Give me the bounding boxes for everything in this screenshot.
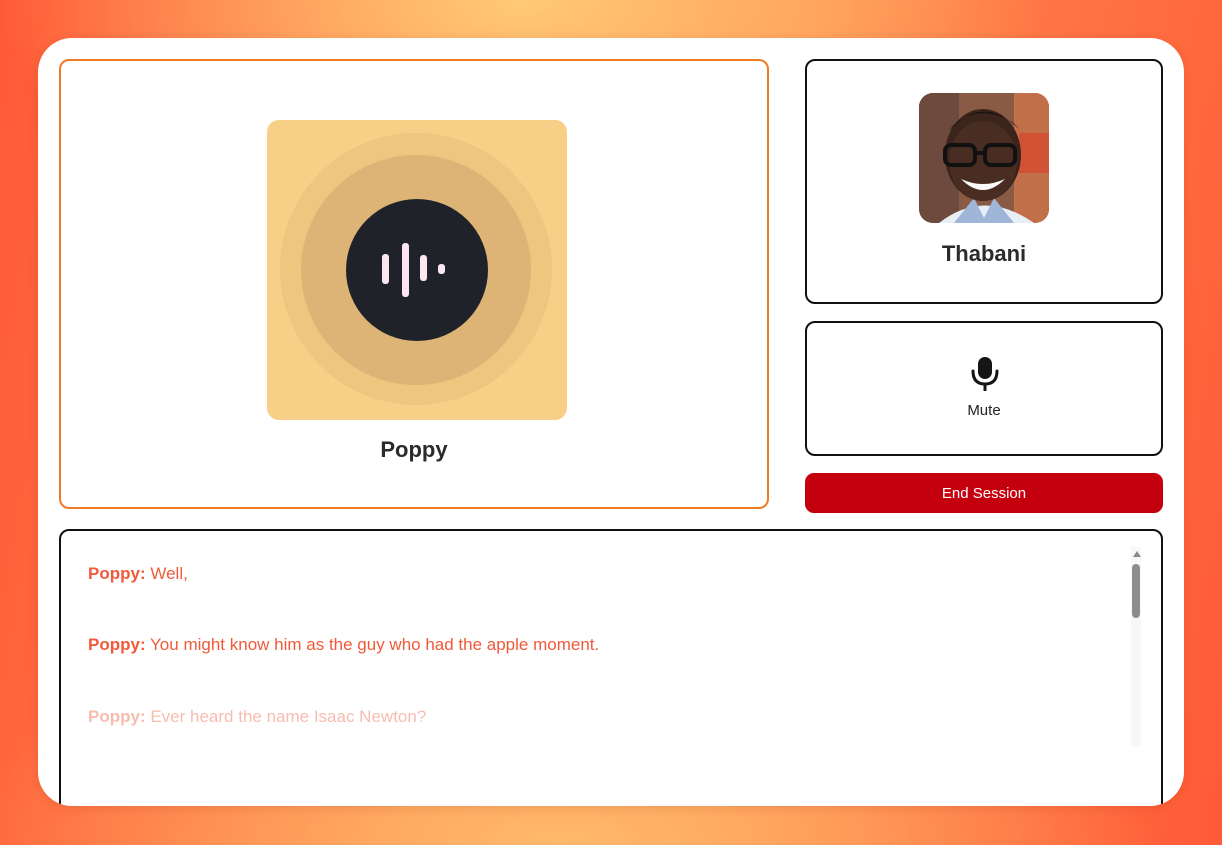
mute-button[interactable]: Mute [805,321,1163,456]
message-speaker: Poppy: [88,564,146,583]
user-name: Thabani [941,241,1027,266]
end-session-button[interactable]: End Session [805,473,1163,513]
call-card: Poppy Thabani Mute End Session Poppy: We… [38,38,1184,806]
user-panel: Thabani [805,59,1163,304]
message-text: You might know him as the guy who had th… [150,635,600,654]
user-avatar [919,93,1049,223]
message-speaker: Poppy: [88,635,146,654]
message-text: Ever heard the name Isaac Newton? [150,707,427,726]
transcript-message: Poppy: Ever heard the name Isaac Newton? [88,707,426,727]
transcript-message: Poppy: Well, [88,564,188,584]
message-text: Well, [150,564,188,583]
scroll-up-arrow-icon[interactable] [1133,551,1141,557]
microphone-icon [971,357,999,391]
agent-panel: Poppy [59,59,769,509]
voice-orb [346,199,488,341]
transcript-panel[interactable]: Poppy: Well, Poppy: You might know him a… [59,529,1163,806]
transcript-message: Poppy: You might know him as the guy who… [88,635,599,655]
scrollbar-thumb[interactable] [1132,564,1140,618]
agent-avatar-tile [267,120,567,420]
mute-label: Mute [967,402,1001,419]
message-speaker: Poppy: [88,707,146,726]
agent-name: Poppy [380,437,448,462]
